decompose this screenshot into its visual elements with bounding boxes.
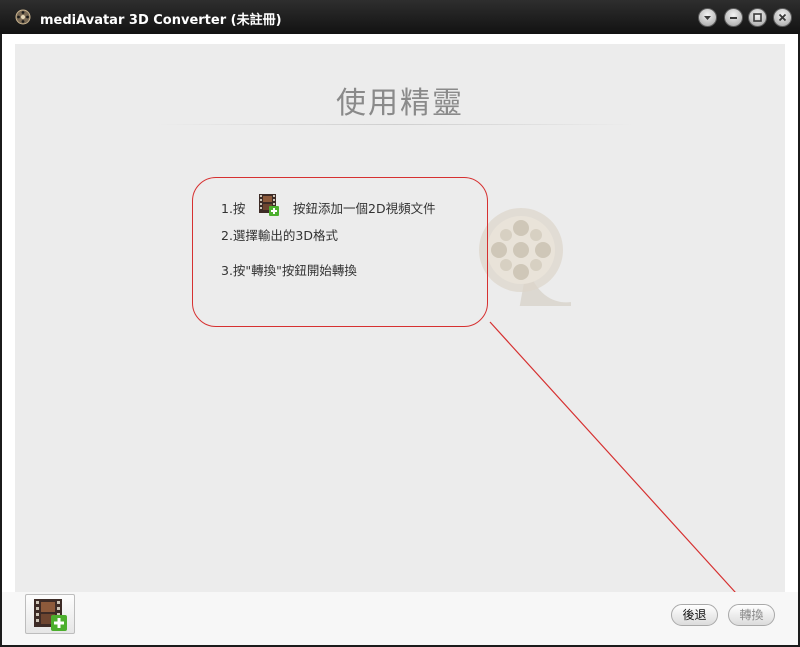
minimize-icon <box>730 17 737 19</box>
film-reel-icon <box>479 208 571 306</box>
title-divider <box>155 124 635 125</box>
add-video-button[interactable] <box>25 594 75 634</box>
client-area: 使用精靈 1.按 按鈕添加一個2D視頻文件 2.選擇輸出的3D格式 3.按"轉換… <box>2 34 798 645</box>
step-3-text: 3.按"轉換"按鈕開始轉換 <box>221 263 357 278</box>
close-button[interactable] <box>773 8 792 27</box>
wizard-title: 使用精靈 <box>336 86 464 121</box>
maximize-icon <box>753 13 762 22</box>
window-title: mediAvatar 3D Converter (未註冊) <box>40 13 282 28</box>
dropdown-menu-button[interactable] <box>698 8 717 27</box>
maximize-button[interactable] <box>748 8 767 27</box>
app-logo-icon <box>15 9 31 25</box>
convert-button[interactable]: 轉換 <box>728 604 775 626</box>
step-1-suffix: 按鈕添加一個2D視頻文件 <box>293 201 436 216</box>
app-window: mediAvatar 3D Converter (未註冊) 使用精靈 1.按 按… <box>0 0 800 647</box>
add-video-icon <box>259 194 279 216</box>
step-1-prefix: 1.按 <box>221 201 246 216</box>
title-bar[interactable]: mediAvatar 3D Converter (未註冊) <box>0 0 800 34</box>
close-icon <box>778 13 787 22</box>
step-2-text: 2.選擇輸出的3D格式 <box>221 228 339 243</box>
back-button[interactable]: 後退 <box>671 604 718 626</box>
add-video-icon <box>34 599 67 631</box>
dropdown-icon <box>704 16 711 20</box>
wizard-panel: 使用精靈 1.按 按鈕添加一個2D視頻文件 2.選擇輸出的3D格式 3.按"轉換… <box>15 44 785 592</box>
minimize-button[interactable] <box>724 8 743 27</box>
